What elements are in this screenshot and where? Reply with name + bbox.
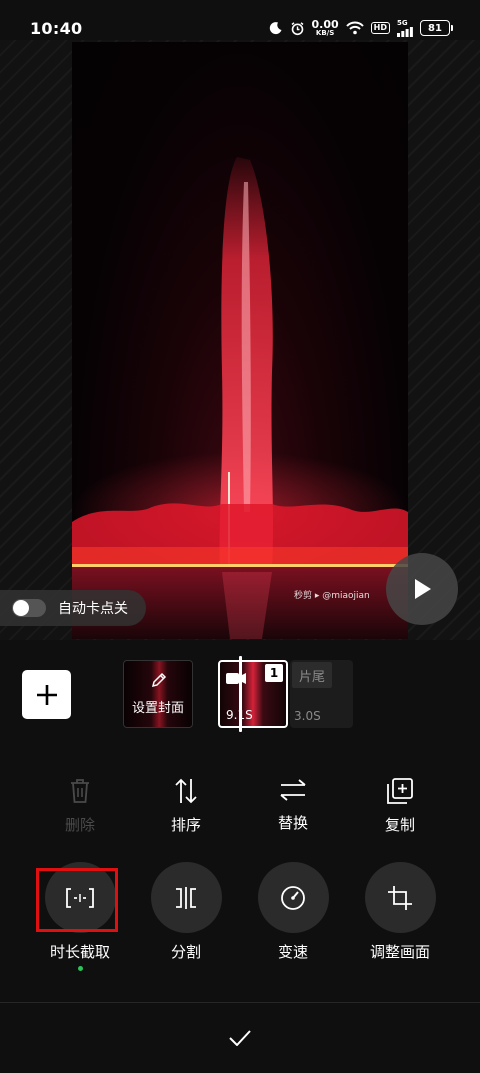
highlight-box bbox=[36, 868, 118, 932]
delete-button[interactable]: 删除 bbox=[35, 778, 125, 835]
copy-label: 复制 bbox=[384, 816, 415, 834]
sort-icon bbox=[175, 778, 197, 804]
adjust-frame-button-circle bbox=[364, 862, 436, 933]
sort-label: 排序 bbox=[170, 816, 201, 834]
delete-label: 删除 bbox=[64, 816, 95, 834]
adjust-frame-button[interactable]: 调整画面 bbox=[345, 862, 455, 962]
moon-icon bbox=[269, 21, 283, 35]
split-icon bbox=[176, 886, 196, 909]
adjust-frame-label: 调整画面 bbox=[369, 943, 430, 961]
signal-bars-icon bbox=[397, 26, 413, 37]
wifi-icon bbox=[345, 21, 364, 35]
confirm-button[interactable] bbox=[225, 1023, 255, 1053]
crop-icon bbox=[388, 885, 412, 910]
active-indicator bbox=[77, 966, 83, 971]
status-time: 10:40 bbox=[30, 18, 83, 38]
ending-label: 片尾 bbox=[292, 662, 332, 688]
speed-label: 变速 bbox=[277, 943, 308, 961]
video-preview[interactable]: 秒剪 ▸ @miaojian bbox=[72, 42, 408, 639]
add-clip-button[interactable] bbox=[22, 670, 71, 719]
auto-beat-label: 自动卡点关 bbox=[58, 601, 128, 617]
signal-generation: 5G bbox=[397, 18, 408, 27]
speed-button[interactable]: 变速 bbox=[238, 862, 348, 962]
net-speed-unit: KB/S bbox=[315, 29, 335, 37]
toggle-knob bbox=[13, 600, 29, 616]
trim-label: 时长截取 bbox=[49, 943, 110, 961]
trash-icon bbox=[71, 779, 89, 803]
playhead[interactable] bbox=[239, 656, 242, 732]
speed-icon bbox=[281, 885, 305, 910]
status-icons: 0.00 KB/S HD 5G 81 bbox=[269, 18, 453, 37]
ending-clip[interactable]: 片尾 3.0S bbox=[290, 660, 353, 728]
watermark: 秒剪 ▸ @miaojian bbox=[294, 591, 370, 601]
sort-button[interactable]: 排序 bbox=[141, 778, 231, 835]
cover-label: 设置封面 bbox=[131, 701, 184, 716]
timeline-clip-1[interactable]: 1 9.1S bbox=[218, 660, 288, 728]
play-button[interactable] bbox=[386, 553, 458, 625]
plus-icon bbox=[36, 684, 57, 705]
pencil-icon bbox=[150, 671, 168, 693]
speed-button-circle bbox=[257, 862, 329, 933]
split-button-circle bbox=[150, 862, 222, 933]
ending-duration: 3.0S bbox=[294, 709, 321, 723]
video-camera-icon bbox=[226, 670, 246, 689]
copy-button[interactable]: 复制 bbox=[355, 778, 445, 835]
cell-signal: 5G bbox=[397, 18, 413, 37]
replace-label: 替换 bbox=[277, 814, 308, 832]
replace-button[interactable]: 替换 bbox=[248, 778, 338, 833]
replace-icon bbox=[280, 779, 306, 801]
split-label: 分割 bbox=[170, 943, 201, 961]
editor-screen: 10:40 0.00 KB/S HD 5G 81 秒剪 ▸ @miaojian … bbox=[0, 0, 480, 1073]
battery-indicator: 81 bbox=[420, 20, 453, 36]
split-button[interactable]: 分割 bbox=[131, 862, 241, 962]
set-cover-button[interactable]: 设置封面 bbox=[123, 660, 193, 728]
auto-beat-toggle[interactable]: 自动卡点关 bbox=[0, 590, 146, 626]
checkmark-icon bbox=[229, 1030, 251, 1046]
clip-index-badge: 1 bbox=[265, 664, 283, 682]
network-speed: 0.00 KB/S bbox=[312, 19, 339, 37]
fountain-image bbox=[72, 157, 408, 639]
play-icon bbox=[415, 579, 431, 599]
toggle-switch[interactable] bbox=[12, 599, 46, 617]
hd-badge: HD bbox=[370, 22, 390, 34]
bottom-divider bbox=[0, 1002, 480, 1003]
alarm-icon bbox=[290, 21, 305, 36]
copy-icon bbox=[387, 778, 413, 804]
